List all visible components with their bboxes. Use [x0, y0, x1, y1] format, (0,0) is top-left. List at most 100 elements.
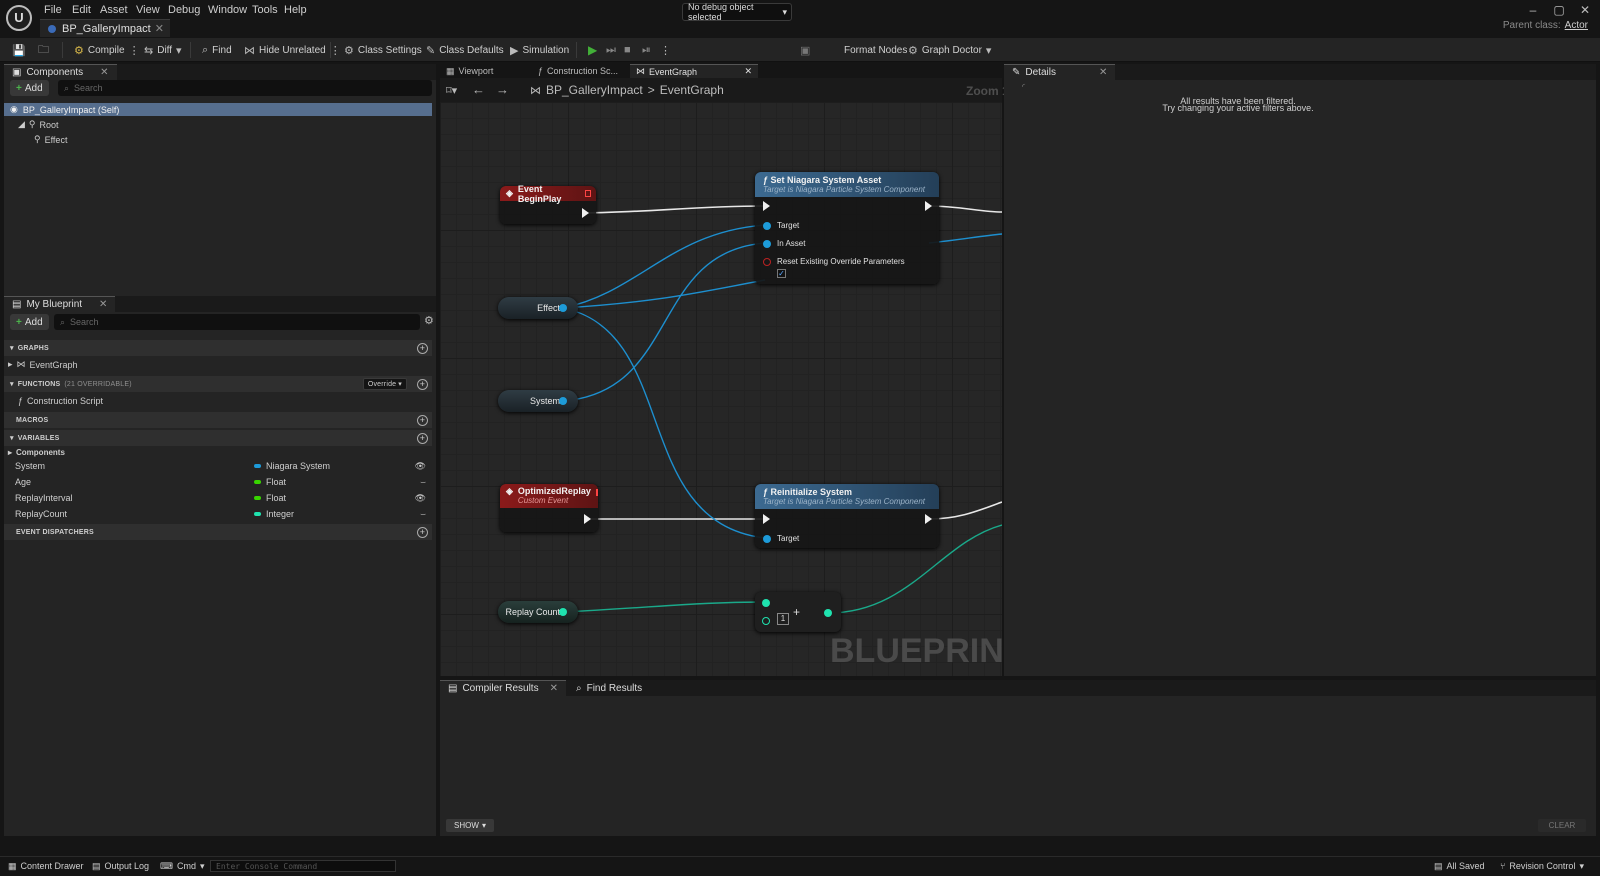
- save-icon[interactable]: 💾: [12, 38, 26, 62]
- simulation-button[interactable]: ▶ Simulation: [510, 38, 569, 62]
- eject-button[interactable]: ⏯: [642, 38, 651, 62]
- exec-out-pin[interactable]: [584, 514, 591, 524]
- close-icon[interactable]: ✕: [100, 67, 108, 78]
- tab-eventgraph[interactable]: ⋈ EventGraph ✕: [630, 64, 758, 78]
- pin-target[interactable]: Target: [763, 534, 799, 543]
- show-filter-button[interactable]: SHOW ▾: [446, 819, 494, 832]
- node-set-niagara-system-asset[interactable]: ƒ Set Niagara System Asset Target is Nia…: [755, 172, 939, 284]
- debug-browse-button[interactable]: ▣: [800, 38, 810, 62]
- add-component-button[interactable]: + Add: [10, 80, 49, 96]
- browse-icon[interactable]: 🗀: [38, 38, 49, 62]
- add-b-pin[interactable]: [762, 617, 770, 625]
- advance-frame-button[interactable]: ⏭: [606, 38, 616, 62]
- replay-count-out-pin[interactable]: [559, 608, 567, 616]
- override-dropdown[interactable]: Override ▾: [362, 378, 407, 390]
- tab-compiler-results[interactable]: ▤ Compiler Results ✕: [440, 680, 566, 696]
- find-button[interactable]: ⌕ Find: [202, 38, 232, 62]
- debug-object-select[interactable]: No debug object selected ▾: [682, 2, 792, 22]
- section-event-dispatchers[interactable]: EVENT DISPATCHERS +: [4, 524, 432, 540]
- variable-row-replaycount[interactable]: ReplayCount Integer ⌣: [4, 507, 432, 521]
- clear-button[interactable]: CLEAR: [1538, 819, 1586, 832]
- variable-row-age[interactable]: Age Float ⌣: [4, 475, 432, 489]
- hide-unrelated-button[interactable]: ⋈ Hide Unrelated ⋮: [244, 38, 341, 62]
- all-saved-indicator[interactable]: ▤ All Saved: [1434, 859, 1485, 873]
- close-icon[interactable]: ✕: [744, 66, 752, 77]
- exec-in-pin[interactable]: [763, 514, 770, 524]
- function-item-construction-script[interactable]: ƒ Construction Script: [18, 394, 103, 407]
- maximize-icon[interactable]: ▢: [1548, 2, 1570, 18]
- variable-row-replayinterval[interactable]: ReplayInterval Float 👁: [4, 491, 432, 505]
- tab-my-blueprint[interactable]: ▤ My Blueprint ✕: [4, 296, 116, 312]
- node-reinitialize-system[interactable]: ƒ Reinitialize System Target is Niagara …: [755, 484, 939, 548]
- eye-closed-icon[interactable]: ⌣: [420, 509, 426, 520]
- content-drawer-button[interactable]: ▦ Content Drawer: [8, 859, 84, 873]
- close-icon[interactable]: ✕: [99, 299, 107, 310]
- chevron-down-icon[interactable]: ◢: [18, 119, 25, 130]
- tree-item-root[interactable]: ◢ ⚲ Root: [18, 118, 59, 131]
- menu-help[interactable]: Help: [280, 3, 311, 17]
- tab-viewport[interactable]: ▦ Viewport: [440, 64, 499, 78]
- node-add-integer[interactable]: 1 +: [755, 592, 841, 632]
- stop-button[interactable]: ■: [624, 38, 631, 62]
- play-options-button[interactable]: ⋮: [660, 38, 671, 62]
- add-graph-icon[interactable]: +: [417, 342, 428, 354]
- section-functions[interactable]: ▾ FUNCTIONS (21 OVERRIDABLE) Override ▾ +: [4, 376, 432, 392]
- eye-icon[interactable]: 👁: [415, 461, 426, 472]
- console-command-input[interactable]: Enter Console Command: [210, 860, 396, 872]
- menu-debug[interactable]: Debug: [164, 3, 204, 17]
- add-member-button[interactable]: + Add: [10, 314, 49, 330]
- close-window-icon[interactable]: ✕: [1574, 2, 1596, 18]
- pin-in-asset[interactable]: In Asset: [763, 239, 805, 248]
- class-settings-button[interactable]: ⚙ Class Settings: [344, 38, 422, 62]
- graph-item-eventgraph[interactable]: ▸ ⋈ EventGraph: [8, 358, 78, 371]
- unreal-logo-icon[interactable]: U: [6, 5, 32, 31]
- delegate-pin-icon[interactable]: [595, 489, 598, 496]
- pin-target[interactable]: Target: [763, 221, 799, 230]
- compile-button[interactable]: ⚙ Compile ⋮: [74, 38, 140, 62]
- tab-components[interactable]: ▣ Components ✕: [4, 64, 117, 80]
- add-default-value-input[interactable]: 1: [777, 613, 789, 625]
- exec-out-pin[interactable]: [582, 208, 589, 218]
- exec-out-pin[interactable]: [925, 514, 932, 524]
- add-function-icon[interactable]: +: [417, 378, 428, 390]
- tab-construction-script[interactable]: ƒ Construction Sc...: [532, 64, 624, 78]
- back-arrow-icon[interactable]: ←: [472, 82, 485, 97]
- menu-edit[interactable]: Edit: [68, 3, 95, 17]
- breadcrumb-asset[interactable]: BP_GalleryImpact: [546, 83, 643, 97]
- tree-item-self[interactable]: ◉ BP_GalleryImpact (Self): [4, 103, 432, 116]
- delegate-pin-icon[interactable]: [584, 190, 591, 197]
- diff-button[interactable]: ⇆ Diff ▾: [144, 38, 182, 62]
- tab-find-results[interactable]: ⌕ Find Results: [566, 683, 642, 694]
- menu-view[interactable]: View: [132, 3, 164, 17]
- menu-tools[interactable]: Tools: [248, 3, 282, 17]
- breadcrumb-graph[interactable]: EventGraph: [660, 83, 724, 97]
- lock-icon[interactable]: ◜: [1022, 82, 1025, 91]
- eye-closed-icon[interactable]: ⌣: [420, 477, 426, 488]
- system-out-pin[interactable]: [559, 397, 567, 405]
- class-defaults-button[interactable]: ✎ Class Defaults: [426, 38, 504, 62]
- variable-row-system[interactable]: System Niagara System 👁: [4, 459, 432, 473]
- graph-doctor-button[interactable]: ⚙ Graph Doctor ▾: [908, 38, 991, 62]
- minimize-icon[interactable]: –: [1522, 2, 1544, 18]
- settings-gear-icon[interactable]: ⚙: [424, 314, 434, 327]
- tree-item-effect[interactable]: ⚲ Effect: [34, 133, 67, 146]
- tab-details[interactable]: ✎ Details ✕: [1004, 64, 1116, 80]
- section-macros[interactable]: MACROS +: [4, 412, 432, 428]
- close-icon[interactable]: ✕: [155, 22, 164, 35]
- graph-canvas[interactable]: ◈ Event BeginPlay ƒ Set Niagara System As…: [440, 102, 1002, 676]
- forward-arrow-icon[interactable]: →: [496, 82, 509, 97]
- parent-class-link[interactable]: Actor: [1565, 20, 1588, 31]
- chevron-right-icon[interactable]: ▸: [8, 359, 13, 370]
- section-variables[interactable]: ▾ VARIABLES +: [4, 430, 432, 446]
- more-icon[interactable]: ⋮: [129, 44, 140, 57]
- pin-reset-overrides[interactable]: Reset Existing Override Parameters: [763, 257, 905, 266]
- exec-in-pin[interactable]: [763, 201, 770, 211]
- menu-file[interactable]: File: [40, 3, 66, 17]
- components-search-input[interactable]: ⌕ Search: [58, 80, 432, 96]
- output-log-button[interactable]: ▤ Output Log: [92, 859, 149, 873]
- add-dispatcher-icon[interactable]: +: [417, 526, 428, 538]
- add-macro-icon[interactable]: +: [417, 414, 428, 426]
- cmd-dropdown[interactable]: ⌨ Cmd ▾: [160, 859, 205, 873]
- add-variable-icon[interactable]: +: [417, 432, 428, 444]
- chevron-right-icon[interactable]: ▸: [8, 448, 12, 457]
